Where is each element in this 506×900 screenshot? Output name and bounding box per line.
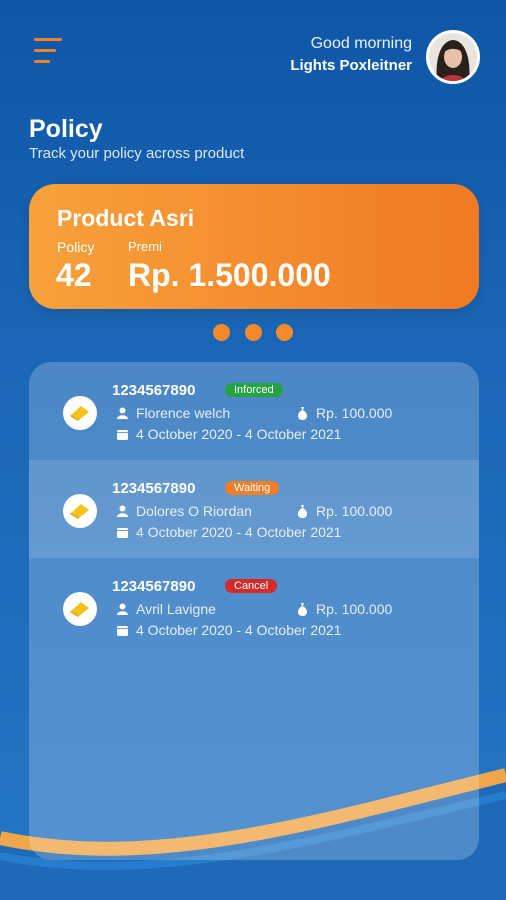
carousel-dot-1[interactable] [213,324,230,341]
amount-value: Rp. 100.000 [316,601,393,617]
policy-holder: Avril Lavigne [117,601,216,617]
policy-number: 1234567890 [112,480,196,497]
policy-doc-icon [63,592,97,626]
policy-period: 4 October 2020 - 4 October 2021 [117,426,341,442]
page-title: Policy [29,115,103,143]
policy-count: 42 [56,257,92,293]
policy-row[interactable]: 1234567890 Cancel Avril Lavigne Rp. 100.… [29,558,479,656]
carousel-dot-2[interactable] [245,324,262,341]
user-icon [117,505,128,517]
money-bag-icon [297,406,308,420]
policy-amount: Rp. 100.000 [297,503,392,519]
holder-name: Avril Lavigne [136,601,216,617]
policy-amount: Rp. 100.000 [297,405,392,421]
policy-label: Policy [57,239,95,255]
amount-value: Rp. 100.000 [316,503,393,519]
period-text: 4 October 2020 - 4 October 2021 [136,524,342,540]
policy-holder: Florence welch [117,405,230,421]
user-icon [117,407,128,419]
premi-label: Premi [128,239,162,254]
policy-period: 4 October 2020 - 4 October 2021 [117,622,341,638]
policy-list: 1234567890 Inforced Florence welch Rp. 1… [29,362,479,860]
status-badge: Cancel [225,579,278,593]
greeting-text: Good morning [310,35,412,52]
policy-doc-icon [63,494,97,528]
policy-row[interactable]: 1234567890 Inforced Florence welch Rp. 1… [29,362,479,460]
page-subtitle: Track your policy across product [29,145,245,162]
holder-name: Florence welch [136,405,231,421]
greeting-block: Good morning Lights Poxleitner [290,35,412,74]
product-name: Product Asri [57,205,195,231]
policy-doc-icon [63,396,97,430]
policy-holder: Dolores O Riordan [117,503,252,519]
policy-number: 1234567890 [112,382,196,399]
calendar-icon [117,429,128,440]
amount-value: Rp. 100.000 [316,405,393,421]
avatar[interactable] [426,30,480,84]
money-bag-icon [297,602,308,616]
money-bag-icon [297,504,308,518]
policy-period: 4 October 2020 - 4 October 2021 [117,524,341,540]
menu-icon[interactable] [34,38,66,66]
calendar-icon [117,527,128,538]
user-icon [117,603,128,615]
period-text: 4 October 2020 - 4 October 2021 [136,426,342,442]
status-badge: Inforced [225,383,283,397]
premi-value: Rp. 1.500.000 [128,257,331,293]
user-name: Lights Poxleitner [290,57,412,74]
status-badge: Waiting [225,481,280,495]
product-card[interactable]: Product Asri Policy Premi 42 Rp. 1.500.0… [29,184,479,309]
policy-number: 1234567890 [112,578,196,595]
holder-name: Dolores O Riordan [136,503,252,519]
period-text: 4 October 2020 - 4 October 2021 [136,622,342,638]
carousel-dot-3[interactable] [276,324,293,341]
calendar-icon [117,625,128,636]
policy-row[interactable]: 1234567890 Waiting Dolores O Riordan Rp.… [29,460,479,558]
policy-amount: Rp. 100.000 [297,601,392,617]
